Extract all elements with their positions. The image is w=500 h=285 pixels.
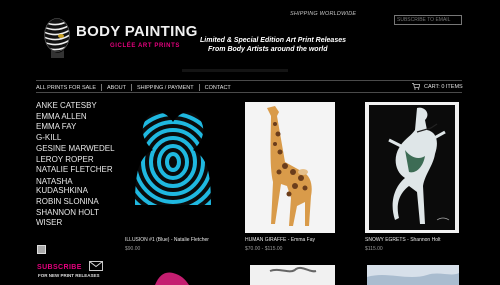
artist-link[interactable]: WISER — [36, 218, 115, 229]
main-nav: ALL PRINTS FOR SALE ABOUT SHIPPING / PAY… — [36, 84, 236, 91]
shipping-worldwide-text: SHIPPING WORLDWIDE — [290, 11, 357, 17]
product-price: $70.00 - $115.00 — [245, 246, 283, 252]
nav-about[interactable]: ABOUT — [102, 85, 131, 91]
product-image-egrets[interactable] — [365, 102, 459, 233]
tagline-line-1: Limited & Special Edition Art Print Rele… — [200, 37, 346, 44]
product-name[interactable]: HUMAN GIRAFFE - Emma Fay — [245, 237, 315, 243]
nav-rule-top — [36, 80, 462, 81]
artist-link[interactable]: ROBIN SLONINA — [36, 197, 115, 208]
subscribe-email-input[interactable] — [394, 15, 462, 25]
product-name[interactable]: SNOWY EGRETS - Shannon Holt — [365, 237, 441, 243]
product-price: $115.00 — [365, 246, 383, 252]
product-thumb-partial[interactable] — [367, 265, 459, 285]
artist-link[interactable]: GESINE MARWEDEL — [36, 144, 115, 155]
nav-all-prints[interactable]: ALL PRINTS FOR SALE — [36, 85, 101, 91]
envelope-icon[interactable] — [89, 261, 103, 271]
artist-link[interactable]: NATALIE FLETCHER — [36, 165, 115, 176]
logo-zebra-head-icon[interactable] — [42, 16, 72, 58]
subscribe-label[interactable]: SUBSCRIBE — [37, 264, 82, 271]
product-image-illusion[interactable] — [125, 102, 222, 205]
product-thumb-partial[interactable] — [125, 265, 222, 285]
tagline: Limited & Special Edition Art Print Rele… — [200, 36, 370, 54]
product-card[interactable]: HUMAN GIRAFFE - Emma Fay $70.00 - $115.0… — [245, 102, 345, 252]
nav-shipping-payment[interactable]: SHIPPING / PAYMENT — [132, 85, 199, 91]
logo-title[interactable]: BODY PAINTING — [76, 23, 198, 40]
product-thumb-partial[interactable] — [250, 265, 335, 285]
artist-list: ANKE CATESBY EMMA ALLEN EMMA FAY G-KILL … — [36, 101, 115, 229]
artist-link[interactable]: LEROY ROPER — [36, 155, 115, 166]
artist-link[interactable]: SHANNON HOLT — [36, 208, 115, 219]
cart-link[interactable]: CART: 0 ITEMS — [412, 83, 463, 90]
product-price: $90.00 — [125, 246, 141, 252]
cart-icon — [412, 83, 420, 90]
product-image-giraffe[interactable] — [245, 102, 335, 233]
logo-subtitle: GICLÉE ART PRINTS — [110, 43, 180, 49]
artist-link[interactable]: EMMA FAY — [36, 122, 115, 133]
tagline-line-2: From Body Artists around the world — [208, 46, 328, 53]
product-card[interactable]: SNOWY EGRETS - Shannon Holt $115.00 — [365, 102, 475, 252]
artist-link[interactable]: NATASHA KUDASHKINA — [36, 177, 96, 196]
product-card[interactable]: ILLUSION #1 (Blue) - Natalie Fletcher $9… — [125, 102, 223, 252]
product-image-partial — [155, 272, 189, 285]
product-image-partial — [367, 273, 459, 285]
nav-contact[interactable]: CONTACT — [200, 85, 236, 91]
artist-link[interactable]: EMMA ALLEN — [36, 112, 115, 123]
product-image-partial — [269, 266, 317, 273]
product-name[interactable]: ILLUSION #1 (Blue) - Natalie Fletcher — [125, 237, 209, 243]
subscribe-subtext: FOR NEW PRINT RELEASES — [38, 273, 100, 278]
artist-link[interactable]: G-KILL — [36, 133, 115, 144]
artist-link[interactable]: ANKE CATESBY — [36, 101, 115, 112]
nav-rule-bottom — [36, 92, 462, 93]
cart-label: CART: 0 ITEMS — [424, 83, 463, 90]
header-divider — [182, 69, 288, 72]
social-icon[interactable] — [37, 245, 46, 254]
